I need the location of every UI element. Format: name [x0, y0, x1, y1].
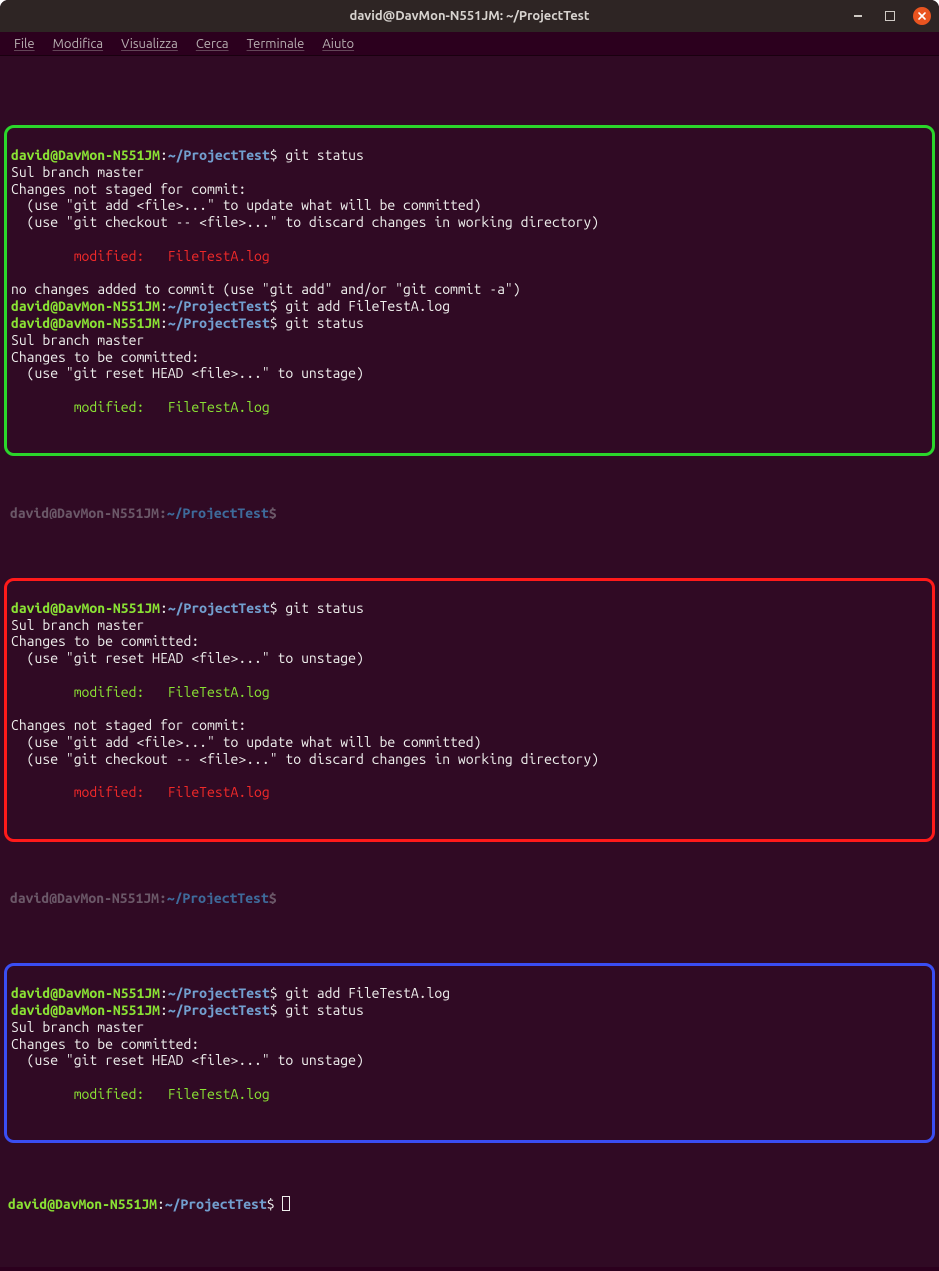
out-line: (use "git reset HEAD <file>..." to unsta…	[11, 650, 364, 666]
window-title: david@DavMon-N551JM: ~/ProjectTest	[350, 9, 590, 23]
terminal-window: david@DavMon-N551JM: ~/ProjectTest File …	[0, 0, 939, 1271]
cmd-text: git add FileTestA.log	[285, 298, 450, 314]
out-line: (use "git checkout -- <file>..." to disc…	[11, 214, 599, 230]
out-modified-green: modified: FileTestA.log	[11, 684, 270, 700]
menu-modifica[interactable]: Modifica	[53, 37, 103, 51]
cmd-text: git status	[285, 147, 363, 163]
prompt-sigil: $	[270, 147, 278, 163]
prompt-path: ~/ProjectTest	[168, 1002, 270, 1018]
close-icon[interactable]	[913, 7, 931, 25]
prompt-path: ~/ProjectTest	[168, 147, 270, 163]
out-line: Changes not staged for commit:	[11, 717, 246, 733]
out-line: Sul branch master	[11, 1019, 144, 1035]
cmd-text: git status	[285, 315, 363, 331]
out-line: (use "git reset HEAD <file>..." to unsta…	[11, 1052, 364, 1068]
out-line: (use "git add <file>..." to update what …	[11, 734, 481, 750]
out-line: Sul branch master	[11, 617, 144, 633]
prompt-path: ~/ProjectTest	[168, 600, 270, 616]
prompt-path: ~/ProjectTest	[165, 1196, 267, 1212]
out-line: Changes to be committed:	[11, 1036, 199, 1052]
maximize-icon[interactable]	[881, 7, 899, 25]
menu-cerca[interactable]: Cerca	[196, 37, 229, 51]
prompt-path: ~/ProjectTest	[168, 985, 270, 1001]
cursor-icon	[282, 1196, 290, 1211]
menu-visualizza[interactable]: Visualizza	[121, 37, 178, 51]
prompt-user: david@DavMon-N551JM	[8, 1196, 157, 1212]
cmd-text: git status	[285, 1002, 363, 1018]
out-modified-red: modified: FileTestA.log	[11, 784, 270, 800]
minimize-icon[interactable]	[849, 7, 867, 25]
out-line: no changes added to commit (use "git add…	[11, 281, 521, 297]
titlebar[interactable]: david@DavMon-N551JM: ~/ProjectTest	[0, 0, 939, 32]
out-line: (use "git reset HEAD <file>..." to unsta…	[11, 365, 364, 381]
prompt-path: ~/ProjectTest	[168, 298, 270, 314]
menu-file[interactable]: File	[14, 37, 35, 51]
clipped-prompt: david@DavMon-N551JM:~/ProjectTest$	[6, 890, 933, 904]
menu-aiuto[interactable]: Aiuto	[322, 37, 354, 51]
clipped-prompt: david@DavMon-N551JM:~/ProjectTest$	[6, 505, 933, 519]
prompt-user: david@DavMon-N551JM	[11, 147, 160, 163]
out-line: Sul branch master	[11, 332, 144, 348]
highlight-region-red: david@DavMon-N551JM:~/ProjectTest$ git s…	[4, 578, 935, 842]
out-line: Changes to be committed:	[11, 633, 199, 649]
prompt-user: david@DavMon-N551JM	[11, 985, 160, 1001]
out-line: Changes not staged for commit:	[11, 181, 246, 197]
out-line: (use "git add <file>..." to update what …	[11, 197, 481, 213]
out-line: (use "git checkout -- <file>..." to disc…	[11, 751, 599, 767]
window-controls	[849, 0, 931, 32]
menubar: File Modifica Visualizza Cerca Terminale…	[0, 32, 939, 56]
terminal-output[interactable]: david@DavMon-N551JM:~/ProjectTest$ git s…	[0, 56, 939, 1267]
active-prompt-line[interactable]: david@DavMon-N551JM:~/ProjectTest$	[0, 1196, 939, 1215]
out-line: Sul branch master	[11, 164, 144, 180]
highlight-region-green: david@DavMon-N551JM:~/ProjectTest$ git s…	[4, 125, 935, 456]
cmd-text: git add FileTestA.log	[285, 985, 450, 1001]
menu-terminale[interactable]: Terminale	[247, 37, 305, 51]
prompt-colon: :	[160, 147, 168, 163]
cmd-text: git status	[285, 600, 363, 616]
prompt-user: david@DavMon-N551JM	[11, 298, 160, 314]
out-modified-red: modified: FileTestA.log	[11, 248, 270, 264]
out-modified-green: modified: FileTestA.log	[11, 1086, 270, 1102]
prompt-path: ~/ProjectTest	[168, 315, 270, 331]
out-line: Changes to be committed:	[11, 349, 199, 365]
out-modified-green: modified: FileTestA.log	[11, 399, 270, 415]
prompt-user: david@DavMon-N551JM	[11, 315, 160, 331]
prompt-user: david@DavMon-N551JM	[11, 1002, 160, 1018]
prompt-user: david@DavMon-N551JM	[11, 600, 160, 616]
highlight-region-blue: david@DavMon-N551JM:~/ProjectTest$ git a…	[4, 963, 935, 1143]
